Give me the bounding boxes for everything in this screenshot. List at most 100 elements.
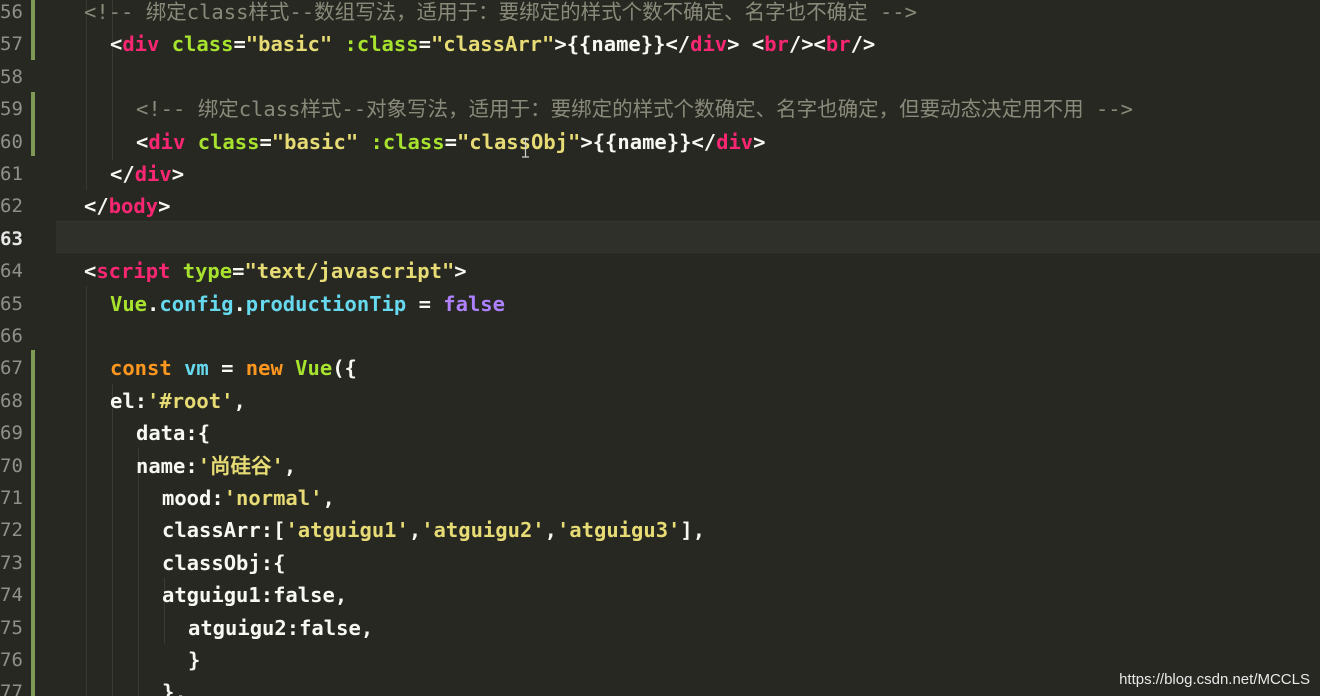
code-line[interactable]: }, xyxy=(162,676,187,696)
line-number: 62 xyxy=(0,195,23,217)
code-token: , xyxy=(322,486,335,510)
code-line[interactable]: classArr:['atguigu1','atguigu2','atguigu… xyxy=(162,514,705,546)
code-token: class xyxy=(171,32,234,56)
code-token: >{{name}}</ xyxy=(554,32,691,56)
line-number: 63 xyxy=(0,228,23,250)
code-line[interactable]: <!-- 绑定class样式--对象写法，适用于：要绑定的样式个数确定、名字也确… xyxy=(136,93,1133,125)
code-token: 'normal' xyxy=(223,486,323,510)
code-token: > xyxy=(454,259,467,283)
code-token: Vue xyxy=(295,356,333,380)
code-line[interactable]: <div class="basic" :class="classObj">{{n… xyxy=(136,126,766,158)
code-token: 'atguigu3' xyxy=(556,518,681,542)
code-line[interactable]: data:{ xyxy=(136,417,210,449)
modified-line-marker xyxy=(31,350,35,696)
indent-guide xyxy=(112,384,113,696)
code-token: productionTip xyxy=(245,292,407,316)
code-token: false xyxy=(273,583,335,607)
code-token: ({ xyxy=(332,356,357,380)
code-token: "basic" xyxy=(245,32,333,56)
code-token: classArr xyxy=(162,518,261,542)
code-token: config xyxy=(159,292,234,316)
code-token: :[ xyxy=(260,518,286,542)
line-number: 58 xyxy=(0,66,23,88)
code-token: : xyxy=(286,616,300,640)
text-cursor-icon xyxy=(522,138,529,158)
code-token: '尚硅谷' xyxy=(197,454,284,478)
code-token: atguigu2 xyxy=(188,616,287,640)
code-token: atguigu1 xyxy=(162,583,261,607)
code-token: : xyxy=(185,454,198,478)
code-token: < xyxy=(136,130,149,154)
code-line[interactable]: atguigu2:false, xyxy=(188,612,373,644)
code-token: : xyxy=(211,486,224,510)
line-number: 66 xyxy=(0,325,23,347)
code-token: const xyxy=(110,356,172,380)
code-token: "classObj" xyxy=(456,130,581,154)
code-line[interactable]: <script type="text/javascript"> xyxy=(84,255,467,287)
code-token: > xyxy=(753,130,766,154)
code-token: /> xyxy=(850,32,876,56)
code-token: , xyxy=(283,454,297,478)
code-line[interactable]: <div class="basic" :class="classArr">{{n… xyxy=(110,28,875,60)
code-line[interactable]: mood:'normal', xyxy=(162,482,335,514)
code-token: : xyxy=(134,389,148,413)
code-token: body xyxy=(108,194,159,218)
code-token: > xyxy=(158,194,171,218)
code-token: name xyxy=(136,454,186,478)
code-token: </ xyxy=(84,194,109,218)
code-token: <!-- 绑定class样式--对象写法，适用于：要绑定的样式个数确定、名字也确… xyxy=(136,97,1133,121)
code-token: type xyxy=(182,259,233,283)
code-token: '#root' xyxy=(147,389,234,413)
code-line[interactable]: Vue.config.productionTip = false xyxy=(110,288,505,320)
code-token: > xyxy=(171,162,185,186)
line-number: 64 xyxy=(0,260,23,282)
code-token: script xyxy=(96,259,171,283)
code-line[interactable]: name:'尚硅谷', xyxy=(136,450,296,482)
code-line[interactable]: classObj:{ xyxy=(162,547,285,579)
code-token: </ xyxy=(110,162,135,186)
code-token: data xyxy=(136,421,186,445)
code-line[interactable]: </body> xyxy=(84,190,170,222)
code-token: : xyxy=(260,583,274,607)
code-token: :{ xyxy=(260,551,286,575)
code-token: } xyxy=(188,648,201,672)
code-token: >{{name}}</ xyxy=(580,130,717,154)
code-token: classObj xyxy=(162,551,261,575)
code-token: < xyxy=(84,259,97,283)
code-token: class xyxy=(197,130,260,154)
code-token: vm xyxy=(184,356,209,380)
code-token: }, xyxy=(162,680,187,696)
code-token: mood xyxy=(162,486,212,510)
code-token: div xyxy=(122,32,160,56)
code-line[interactable]: <!-- 绑定class样式--数组写法，适用于：要绑定的样式个数不确定、名字也… xyxy=(84,0,917,28)
code-line[interactable]: } xyxy=(188,644,200,676)
code-line[interactable]: atguigu1:false, xyxy=(162,579,347,611)
code-token: , xyxy=(360,616,374,640)
code-line[interactable]: </div> xyxy=(110,158,184,190)
indent-guide xyxy=(138,448,139,696)
code-token: br xyxy=(825,32,851,56)
code-token: , xyxy=(233,389,246,413)
code-token: ], xyxy=(680,518,706,542)
code-editor[interactable]: 56 57 58 59 60 61 62 63 64 65 66 67 68 69 70 71 72 73 74 75… xyxy=(0,0,1320,696)
line-number: 65 xyxy=(0,293,23,315)
code-line[interactable]: el:'#root', xyxy=(110,385,246,417)
code-token: div xyxy=(716,130,754,154)
code-line[interactable]: const vm = new Vue({ xyxy=(110,352,357,384)
code-token: 'atguigu2' xyxy=(421,518,545,542)
code-token: > < xyxy=(727,32,765,56)
code-token: = xyxy=(208,356,246,380)
code-token: . xyxy=(233,292,246,316)
code-token: Vue xyxy=(110,292,148,316)
code-token: div xyxy=(148,130,186,154)
code-token: div xyxy=(690,32,728,56)
code-token: < xyxy=(110,32,123,56)
modified-line-marker xyxy=(31,92,35,156)
code-token: "basic" xyxy=(271,130,359,154)
code-token: new xyxy=(245,356,283,380)
modified-line-marker xyxy=(31,0,35,60)
